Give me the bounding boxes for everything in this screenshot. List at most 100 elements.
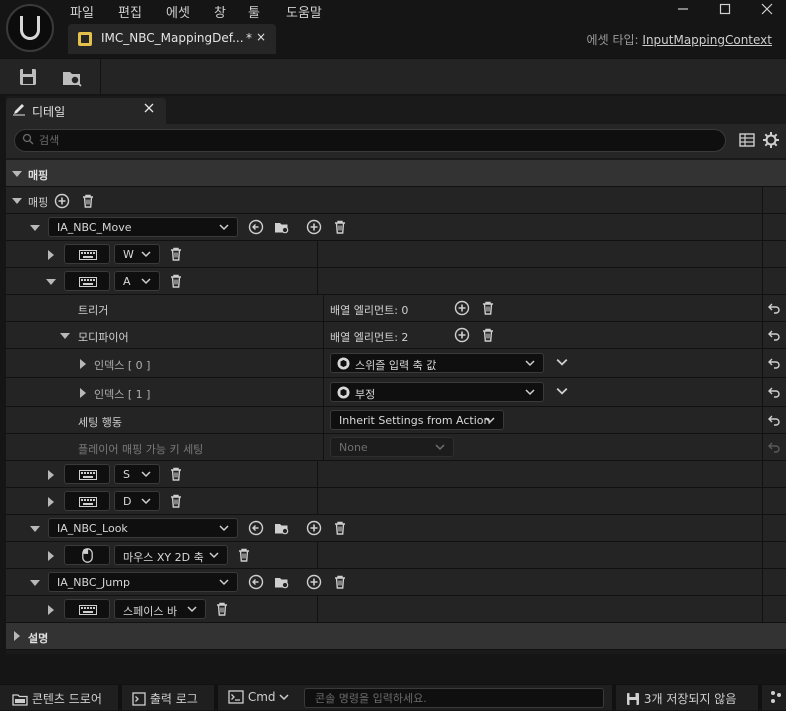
key-combo-s[interactable]: S xyxy=(114,464,160,484)
delete-key-icon[interactable] xyxy=(236,547,252,563)
menu-file[interactable]: 파일 xyxy=(70,2,94,21)
delete-modifiers-icon[interactable] xyxy=(480,327,496,343)
key-select-button[interactable] xyxy=(64,271,110,291)
console-field[interactable] xyxy=(304,688,604,708)
delete-action-icon[interactable] xyxy=(332,520,348,536)
close-window-icon[interactable] xyxy=(756,2,778,20)
add-key-icon[interactable] xyxy=(306,520,322,536)
key-combo-mouse[interactable]: 마우스 XY 2D 축 xyxy=(114,545,228,565)
expand-arrow-icon[interactable] xyxy=(48,605,54,615)
search-field[interactable] xyxy=(14,129,726,152)
action-select-look[interactable]: IA_NBC_Look xyxy=(48,518,238,538)
mouse-icon xyxy=(82,548,93,563)
action-select-jump[interactable]: IA_NBC_Jump xyxy=(48,572,238,592)
collapse-arrow-icon[interactable] xyxy=(46,279,56,285)
use-selected-asset-icon[interactable] xyxy=(248,520,264,536)
category-description[interactable]: 설명 xyxy=(6,623,786,650)
unreal-logo-icon[interactable] xyxy=(6,4,54,52)
menu-edit[interactable]: 편집 xyxy=(118,2,142,21)
expand-arrow-icon[interactable] xyxy=(48,250,54,260)
key-combo-d[interactable]: D xyxy=(114,491,160,511)
expand-options-chevron-icon[interactable] xyxy=(556,356,568,368)
asset-tab[interactable]: IMC_NBC_MappingDef... * × xyxy=(68,24,276,54)
key-row-a: A xyxy=(6,268,786,295)
collapse-arrow-icon[interactable] xyxy=(30,580,40,586)
reset-to-default-icon[interactable] xyxy=(767,413,781,427)
add-trigger-icon[interactable] xyxy=(454,300,470,316)
output-log-label: 출력 로그 xyxy=(149,692,198,706)
category-mapping[interactable]: 매핑 xyxy=(6,160,786,187)
delete-key-icon[interactable] xyxy=(168,273,184,289)
output-log-button[interactable]: 출력 로그 xyxy=(132,690,198,707)
settings-gear-icon[interactable] xyxy=(762,131,780,149)
collapse-arrow-icon[interactable] xyxy=(60,333,70,339)
delete-key-icon[interactable] xyxy=(168,466,184,482)
expand-arrow-icon[interactable] xyxy=(48,497,54,507)
save-icon[interactable] xyxy=(14,63,42,91)
modifier-select-1[interactable]: 부정 xyxy=(330,382,544,402)
menu-help[interactable]: 도움말 xyxy=(286,2,322,21)
menu-window[interactable]: 창 xyxy=(214,2,226,21)
collapse-arrow-icon[interactable] xyxy=(12,171,22,177)
key-select-button[interactable] xyxy=(64,491,110,511)
maximize-icon[interactable] xyxy=(714,2,736,20)
source-control-icon[interactable] xyxy=(770,690,782,704)
cmd-selector[interactable]: Cmd xyxy=(228,690,289,704)
console-input[interactable] xyxy=(313,690,593,706)
browse-asset-icon[interactable] xyxy=(58,63,86,91)
expand-options-chevron-icon[interactable] xyxy=(556,385,568,397)
use-selected-asset-icon[interactable] xyxy=(248,574,264,590)
menu-tools[interactable]: 툴 xyxy=(248,2,260,21)
browse-to-asset-icon[interactable] xyxy=(274,219,290,235)
modifier-select-0[interactable]: 스위즐 입력 축 값 xyxy=(330,353,544,373)
delete-triggers-icon[interactable] xyxy=(480,300,496,316)
browse-to-asset-icon[interactable] xyxy=(274,520,290,536)
reset-to-default-icon[interactable] xyxy=(767,328,781,342)
expand-arrow-icon[interactable] xyxy=(48,470,54,480)
minimize-icon[interactable] xyxy=(672,2,694,20)
tab-close-icon[interactable]: × xyxy=(256,30,266,44)
key-select-button[interactable] xyxy=(64,244,110,264)
delete-key-icon[interactable] xyxy=(168,493,184,509)
browse-to-asset-icon[interactable] xyxy=(274,574,290,590)
reset-to-default-icon[interactable] xyxy=(767,385,781,399)
delete-all-icon[interactable] xyxy=(80,193,96,209)
action-select-move[interactable]: IA_NBC_Move xyxy=(48,217,238,237)
asset-type-link[interactable]: InputMappingContext xyxy=(642,33,772,47)
key-combo-space[interactable]: 스페이스 바 xyxy=(114,599,206,619)
expand-arrow-icon[interactable] xyxy=(80,359,86,369)
key-combo-a[interactable]: A xyxy=(114,271,160,291)
chevron-down-icon xyxy=(279,694,289,701)
reset-to-default-icon[interactable] xyxy=(767,356,781,370)
expand-arrow-icon[interactable] xyxy=(48,551,54,561)
add-modifier-icon[interactable] xyxy=(454,327,470,343)
modifier-index-1-row: 인덱스 [ 1 ] 부정 xyxy=(6,378,786,407)
delete-action-icon[interactable] xyxy=(332,219,348,235)
delete-key-icon[interactable] xyxy=(214,601,230,617)
expand-arrow-icon[interactable] xyxy=(14,631,20,641)
chevron-down-icon xyxy=(525,389,535,396)
expand-arrow-icon[interactable] xyxy=(80,388,86,398)
add-key-icon[interactable] xyxy=(306,219,322,235)
menu-asset[interactable]: 에셋 xyxy=(166,2,190,21)
content-drawer-button[interactable]: 콘텐츠 드로어 xyxy=(12,690,102,707)
reset-to-default-icon[interactable] xyxy=(767,301,781,315)
add-key-icon[interactable] xyxy=(306,574,322,590)
collapse-arrow-icon[interactable] xyxy=(30,526,40,532)
key-select-button[interactable] xyxy=(64,464,110,484)
settings-behavior-select[interactable]: Inherit Settings from Action xyxy=(330,410,504,430)
details-tab[interactable]: 디테일 xyxy=(6,98,166,124)
collapse-arrow-icon[interactable] xyxy=(30,225,40,231)
delete-action-icon[interactable] xyxy=(332,574,348,590)
details-tab-close-icon[interactable] xyxy=(144,102,154,116)
use-selected-asset-icon[interactable] xyxy=(248,219,264,235)
key-combo-w[interactable]: W xyxy=(114,244,160,264)
collapse-arrow-icon[interactable] xyxy=(12,198,22,204)
add-element-icon[interactable] xyxy=(54,193,70,209)
key-select-button[interactable] xyxy=(64,599,110,619)
table-view-icon[interactable] xyxy=(738,131,756,149)
unsaved-assets-button[interactable]: 3개 저장되지 않음 xyxy=(626,690,736,707)
search-input[interactable] xyxy=(37,132,717,149)
delete-key-icon[interactable] xyxy=(168,246,184,262)
key-select-button[interactable] xyxy=(64,545,110,565)
